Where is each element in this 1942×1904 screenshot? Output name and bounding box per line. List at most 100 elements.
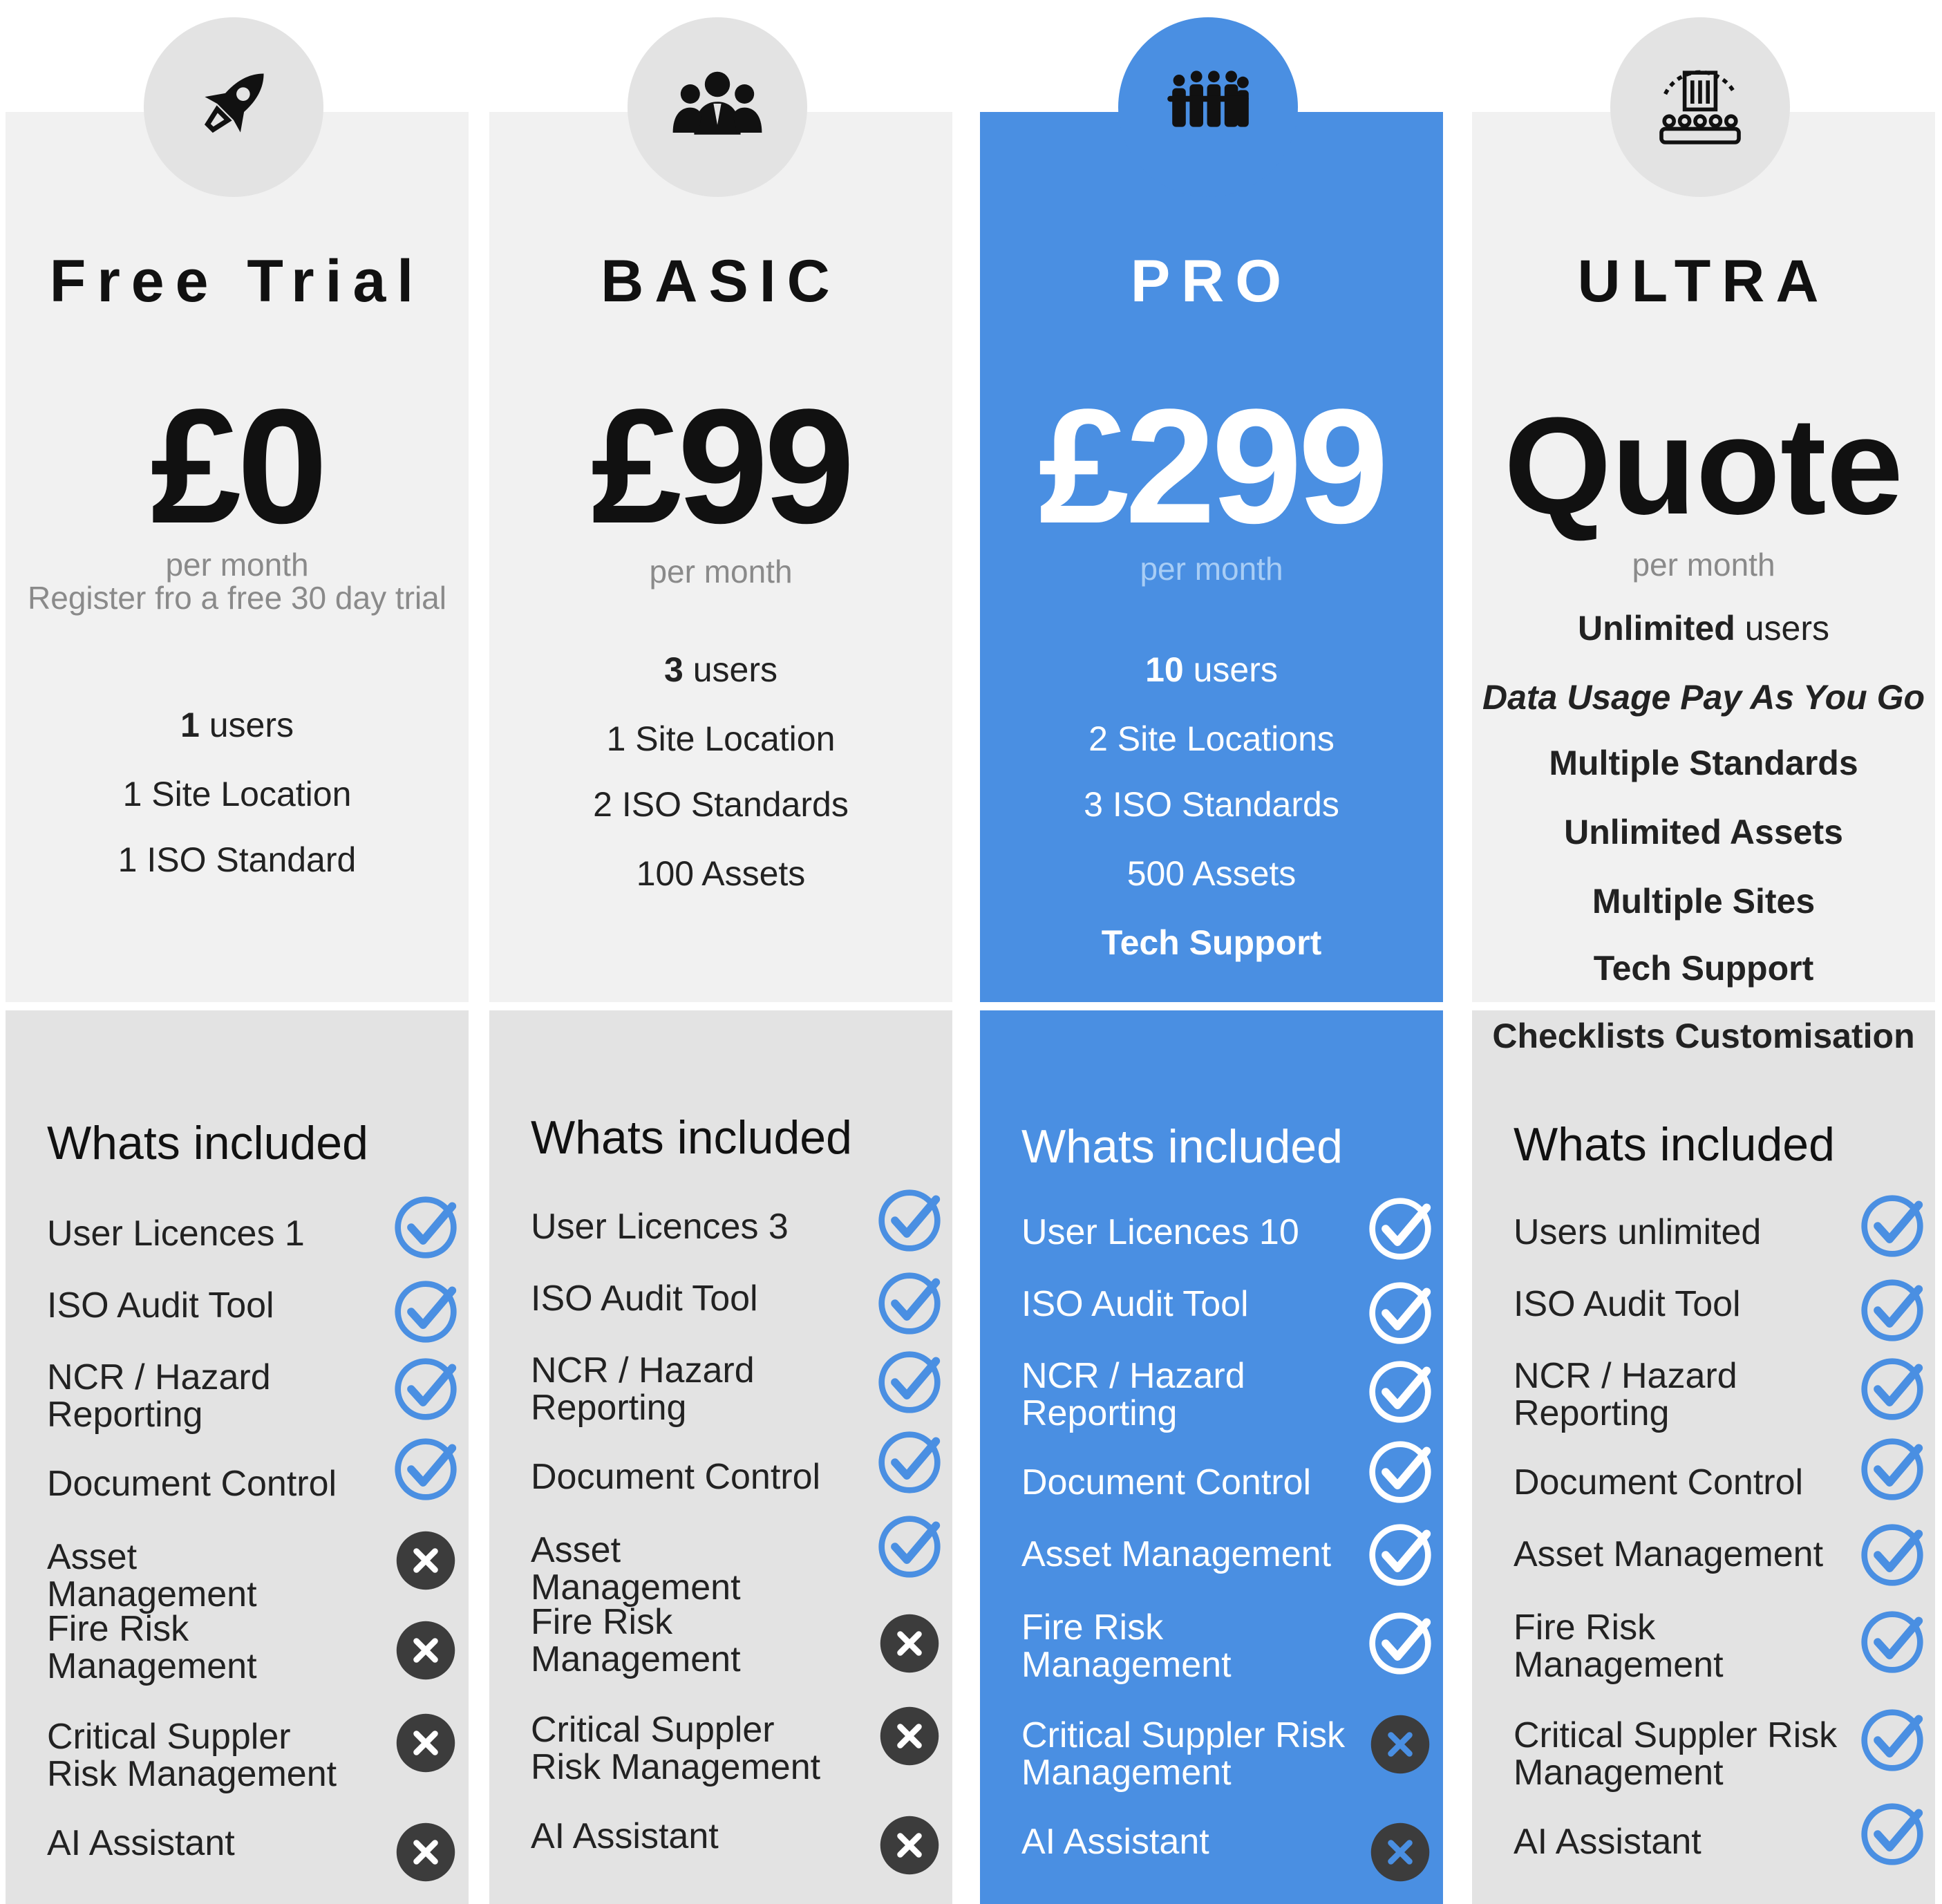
check-icon bbox=[1859, 1522, 1925, 1588]
feature-line: Checklists Customisation bbox=[1472, 1016, 1935, 1056]
feature-line: 3 users bbox=[489, 650, 952, 690]
check-icon bbox=[1859, 1193, 1925, 1259]
included-item-label: Fire Risk Management bbox=[1514, 1608, 1724, 1685]
check-icon bbox=[1367, 1280, 1433, 1346]
plan-name: Free Trial bbox=[49, 248, 425, 314]
check-icon bbox=[1367, 1439, 1433, 1505]
feature-line: 500 Assets bbox=[980, 854, 1443, 894]
included-item-label: AI Assistant bbox=[1514, 1822, 1701, 1862]
feature-line: Multiple Sites bbox=[1472, 881, 1935, 921]
check-icon bbox=[876, 1270, 943, 1337]
cross-icon bbox=[393, 1710, 459, 1776]
included-item-label: ISO Audit Tool bbox=[1021, 1284, 1249, 1324]
feature-line: 1 users bbox=[6, 705, 469, 745]
cross-icon bbox=[876, 1703, 943, 1769]
feature-line: Unlimited Assets bbox=[1472, 812, 1935, 852]
price-period: per month bbox=[165, 547, 309, 583]
plan-name: BASIC bbox=[601, 248, 841, 314]
cross-icon bbox=[393, 1819, 459, 1885]
feature-emphasis: Tech Support bbox=[1101, 923, 1322, 962]
check-icon bbox=[1859, 1707, 1925, 1773]
feature-text: users bbox=[683, 650, 777, 689]
feature-line: 3 ISO Standards bbox=[980, 784, 1443, 824]
included-item-label: User Licences 1 bbox=[47, 1214, 305, 1254]
check-icon bbox=[1367, 1196, 1433, 1262]
plan-card-free-trial: Free Trial £0 per month Register fro a f… bbox=[6, 0, 469, 1904]
check-icon bbox=[393, 1356, 459, 1422]
check-icon bbox=[1367, 1359, 1433, 1425]
feature-text: users bbox=[199, 706, 294, 744]
included-item-label: Document Control bbox=[531, 1457, 821, 1497]
plan-name: ULTRA bbox=[1577, 248, 1830, 314]
cross-icon bbox=[1367, 1711, 1433, 1778]
included-item-label: Asset Management bbox=[531, 1530, 741, 1608]
feature-emphasis: Multiple Sites bbox=[1592, 882, 1816, 921]
included-item-label: Critical Suppler Risk Management bbox=[1021, 1715, 1346, 1793]
check-icon bbox=[1859, 1277, 1925, 1344]
feature-line: 10 users bbox=[980, 650, 1443, 690]
cross-icon bbox=[393, 1527, 459, 1594]
check-icon bbox=[1367, 1522, 1433, 1588]
feature-line: Data Usage Pay As You Go bbox=[1472, 677, 1935, 717]
included-item-label: Document Control bbox=[1021, 1462, 1312, 1502]
included-item-label: AI Assistant bbox=[1021, 1822, 1209, 1862]
included-item-label: NCR / Hazard Reporting bbox=[1514, 1356, 1737, 1433]
feature-text: 2 Site Locations bbox=[1088, 719, 1335, 758]
feature-text: 3 ISO Standards bbox=[1084, 785, 1339, 824]
feature-text: users bbox=[1735, 609, 1829, 648]
check-icon bbox=[1859, 1801, 1925, 1867]
feature-text: 1 ISO Standard bbox=[117, 840, 357, 879]
rocket-icon bbox=[144, 17, 323, 197]
feature-emphasis: 10 bbox=[1145, 650, 1184, 689]
check-icon bbox=[876, 1187, 943, 1254]
whats-included-heading: Whats included bbox=[531, 1111, 852, 1164]
plan-price: Quote bbox=[1504, 389, 1903, 543]
feature-line: Multiple Standards bbox=[1472, 743, 1935, 783]
included-item-label: User Licences 3 bbox=[531, 1207, 789, 1247]
included-item-label: NCR / Hazard Reporting bbox=[1021, 1356, 1245, 1433]
plan-price: £299 bbox=[1038, 375, 1388, 558]
included-item-label: AI Assistant bbox=[531, 1816, 719, 1856]
plan-card-pro: PRO £299 per month 10 users 2 Site Locati… bbox=[980, 0, 1443, 1904]
whats-included-heading: Whats included bbox=[47, 1117, 368, 1169]
feature-emphasis: 3 bbox=[664, 650, 684, 689]
feature-text: 2 ISO Standards bbox=[593, 785, 849, 824]
large-team-icon bbox=[1118, 17, 1298, 197]
cross-icon bbox=[1367, 1819, 1433, 1885]
feature-line: 100 Assets bbox=[489, 854, 952, 894]
price-period: per month bbox=[649, 554, 793, 590]
feature-text: users bbox=[1183, 650, 1278, 689]
included-item-label: Critical Suppler Risk Management bbox=[531, 1710, 821, 1787]
feature-line: 1 ISO Standard bbox=[6, 840, 469, 880]
included-item-label: Asset Management bbox=[1514, 1534, 1824, 1574]
feature-emphasis: Unlimited Assets bbox=[1564, 813, 1843, 851]
check-icon bbox=[1367, 1610, 1433, 1677]
feature-line: 2 Site Locations bbox=[980, 719, 1443, 759]
plan-card-ultra: ULTRA Quote per month Unlimited users Dat… bbox=[1472, 0, 1935, 1904]
check-icon bbox=[1859, 1436, 1925, 1502]
included-item-label: NCR / Hazard Reporting bbox=[531, 1350, 755, 1428]
included-item-label: ISO Audit Tool bbox=[1514, 1284, 1741, 1324]
whats-included-heading: Whats included bbox=[1514, 1118, 1835, 1171]
feature-text: 100 Assets bbox=[636, 854, 806, 893]
check-icon bbox=[876, 1514, 943, 1580]
included-item-label: Fire Risk Management bbox=[47, 1609, 257, 1686]
feature-line: Unlimited users bbox=[1472, 608, 1935, 648]
included-item-label: Asset Management bbox=[1021, 1534, 1332, 1574]
feature-line: 2 ISO Standards bbox=[489, 784, 952, 824]
price-period: per month bbox=[1140, 551, 1283, 587]
trial-note: Register fro a free 30 day trial bbox=[28, 580, 446, 616]
plan-name: PRO bbox=[1130, 248, 1293, 314]
included-item-label: Asset Management bbox=[47, 1537, 257, 1614]
check-icon bbox=[876, 1429, 943, 1496]
check-icon bbox=[393, 1279, 459, 1345]
included-item-label: Fire Risk Management bbox=[1021, 1608, 1232, 1685]
price-period: per month bbox=[1632, 547, 1775, 583]
included-item-label: Critical Suppler Risk Management bbox=[47, 1717, 337, 1794]
cross-icon bbox=[393, 1617, 459, 1684]
cross-icon bbox=[876, 1610, 943, 1677]
feature-emphasis: 1 bbox=[180, 706, 200, 744]
check-icon bbox=[1859, 1356, 1925, 1422]
included-item-label: Fire Risk Management bbox=[531, 1602, 741, 1679]
included-item-label: User Licences 10 bbox=[1021, 1212, 1299, 1252]
